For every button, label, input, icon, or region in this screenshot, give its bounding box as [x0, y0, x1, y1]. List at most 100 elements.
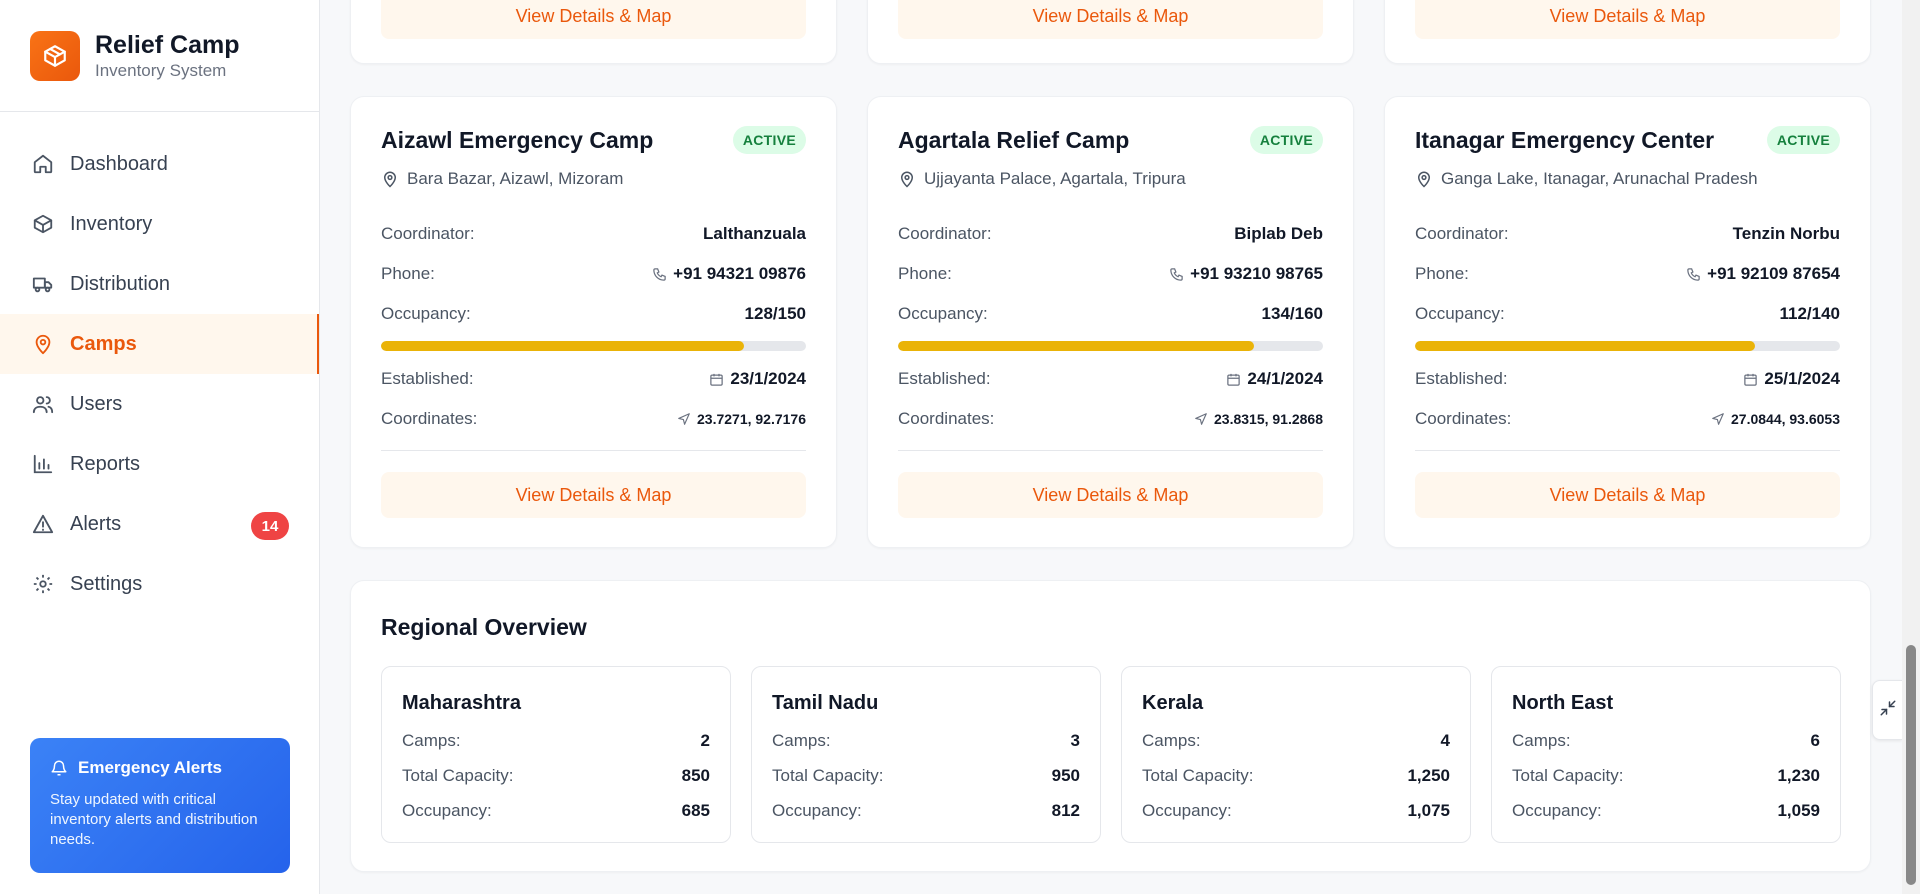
- established-label: Established:: [898, 369, 991, 388]
- view-details-map-button[interactable]: View Details & Map: [898, 0, 1323, 39]
- navigation-icon: [1711, 412, 1725, 426]
- camp-card: Agartala Relief Camp ACTIVE Ujjayanta Pa…: [867, 96, 1354, 548]
- coordinates-value: 23.8315, 91.2868: [1214, 411, 1323, 427]
- emergency-alerts-title: Emergency Alerts: [78, 758, 222, 777]
- map-pin-icon: [1415, 170, 1433, 188]
- coordinator-label: Coordinator:: [381, 224, 475, 243]
- camps-value: 6: [1810, 731, 1820, 750]
- nav-item-camps[interactable]: Camps: [0, 314, 319, 374]
- capacity-value: 950: [1051, 766, 1080, 785]
- established-value: 24/1/2024: [1247, 369, 1323, 388]
- status-badge: ACTIVE: [1249, 126, 1323, 154]
- home-icon: [30, 151, 56, 177]
- navigation-icon: [1194, 412, 1208, 426]
- camp-card-partial: View Details & Map: [867, 0, 1354, 64]
- nav-label: Inventory: [70, 212, 153, 235]
- divider: [1415, 450, 1840, 451]
- capacity-label: Total Capacity:: [1512, 766, 1624, 785]
- nav-item-distribution[interactable]: Distribution: [0, 254, 319, 314]
- page-scrollbar[interactable]: [1902, 0, 1920, 894]
- truck-icon: [30, 271, 56, 297]
- occupancy-label: Occupancy:: [1142, 801, 1232, 820]
- camps-label: Camps:: [772, 731, 831, 750]
- map-pin-icon: [381, 170, 399, 188]
- users-icon: [30, 391, 56, 417]
- occupancy-value: 134/160: [1261, 304, 1323, 323]
- camp-card-partial: View Details & Map: [350, 0, 837, 64]
- calendar-icon: [1226, 372, 1241, 387]
- region-card: Kerala Camps: 4 Total Capacity: 1,250 Occu…: [1121, 666, 1471, 843]
- occupancy-value: 685: [681, 801, 710, 820]
- nav-item-users[interactable]: Users: [0, 374, 319, 434]
- regional-overview-title: Regional Overview: [381, 614, 587, 640]
- box-icon: [30, 211, 56, 237]
- region-card: Tamil Nadu Camps: 3 Total Capacity: 950 Oc…: [751, 666, 1101, 843]
- bell-icon: [50, 759, 68, 777]
- occupancy-progress-fill: [381, 341, 744, 351]
- occupancy-label: Occupancy:: [1415, 304, 1505, 323]
- capacity-value: 850: [681, 766, 710, 785]
- phone-icon: [1169, 267, 1184, 282]
- camp-location: Bara Bazar, Aizawl, Mizoram: [407, 169, 624, 188]
- camp-name: Aizawl Emergency Camp: [381, 127, 654, 153]
- regional-overview-panel: Regional Overview Maharashtra Camps: 2 To…: [350, 580, 1871, 872]
- occupancy-progress-fill: [1415, 341, 1755, 351]
- main-content: View Details & Map View Details & Map Vi…: [320, 0, 1900, 894]
- phone-icon: [1686, 267, 1701, 282]
- bar-chart-icon: [30, 451, 56, 477]
- occupancy-value: 812: [1051, 801, 1080, 820]
- map-pin-icon: [898, 170, 916, 188]
- sidebar: Relief Camp Inventory System Dashboard I…: [0, 0, 320, 894]
- camp-card: Itanagar Emergency Center ACTIVE Ganga L…: [1384, 96, 1871, 548]
- emergency-alerts-panel: Emergency Alerts Stay updated with criti…: [30, 738, 290, 873]
- nav-label: Distribution: [70, 272, 171, 295]
- view-details-map-button[interactable]: View Details & Map: [898, 472, 1323, 518]
- nav-item-inventory[interactable]: Inventory: [0, 194, 319, 254]
- region-name: Maharashtra: [402, 692, 521, 714]
- camps-label: Camps:: [402, 731, 461, 750]
- occupancy-label: Occupancy:: [402, 801, 492, 820]
- floating-toggle-button[interactable]: [1872, 680, 1902, 740]
- camp-card: Aizawl Emergency Camp ACTIVE Bara Bazar,…: [350, 96, 837, 548]
- divider: [898, 450, 1323, 451]
- region-card: Maharashtra Camps: 2 Total Capacity: 850 O…: [381, 666, 731, 843]
- established-label: Established:: [381, 369, 474, 388]
- coordinates-value: 23.7271, 92.7176: [697, 411, 806, 427]
- nav-item-settings[interactable]: Settings: [0, 554, 319, 614]
- divider: [381, 450, 806, 451]
- occupancy-label: Occupancy:: [772, 801, 862, 820]
- camps-value: 4: [1440, 731, 1450, 750]
- coordinator-label: Coordinator:: [898, 224, 992, 243]
- view-details-map-button[interactable]: View Details & Map: [381, 0, 806, 39]
- gear-icon: [30, 571, 56, 597]
- occupancy-value: 1,075: [1407, 801, 1450, 820]
- view-details-map-button[interactable]: View Details & Map: [1415, 472, 1840, 518]
- capacity-value: 1,230: [1777, 766, 1820, 785]
- coordinator-label: Coordinator:: [1415, 224, 1509, 243]
- alert-triangle-icon: [30, 511, 56, 537]
- phone-label: Phone:: [1415, 264, 1469, 283]
- main-nav: Dashboard Inventory Distribution Camps U…: [0, 134, 319, 614]
- collapse-icon: [1879, 699, 1897, 722]
- status-badge: ACTIVE: [1766, 126, 1840, 154]
- nav-item-dashboard[interactable]: Dashboard: [0, 134, 319, 194]
- brand[interactable]: Relief Camp Inventory System: [0, 0, 319, 112]
- nav-item-reports[interactable]: Reports: [0, 434, 319, 494]
- view-details-map-button[interactable]: View Details & Map: [1415, 0, 1840, 39]
- coordinator-value: Biplab Deb: [1234, 224, 1323, 243]
- occupancy-label: Occupancy:: [1512, 801, 1602, 820]
- nav-label: Reports: [70, 452, 141, 475]
- nav-item-alerts[interactable]: Alerts 14: [0, 494, 319, 554]
- camps-value: 3: [1070, 731, 1080, 750]
- phone-value: +91 92109 87654: [1707, 264, 1840, 283]
- nav-label: Dashboard: [70, 152, 168, 175]
- view-details-map-button[interactable]: View Details & Map: [381, 472, 806, 518]
- occupancy-value: 1,059: [1777, 801, 1820, 820]
- map-pin-icon: [30, 331, 56, 357]
- camp-location: Ujjayanta Palace, Agartala, Tripura: [924, 169, 1186, 188]
- nav-label: Settings: [70, 572, 143, 595]
- camp-card-partial: View Details & Map: [1384, 0, 1871, 64]
- scrollbar-thumb[interactable]: [1906, 645, 1916, 885]
- emergency-alerts-text: Stay updated with critical inventory ale…: [50, 791, 258, 848]
- alerts-count-badge: 14: [251, 512, 289, 540]
